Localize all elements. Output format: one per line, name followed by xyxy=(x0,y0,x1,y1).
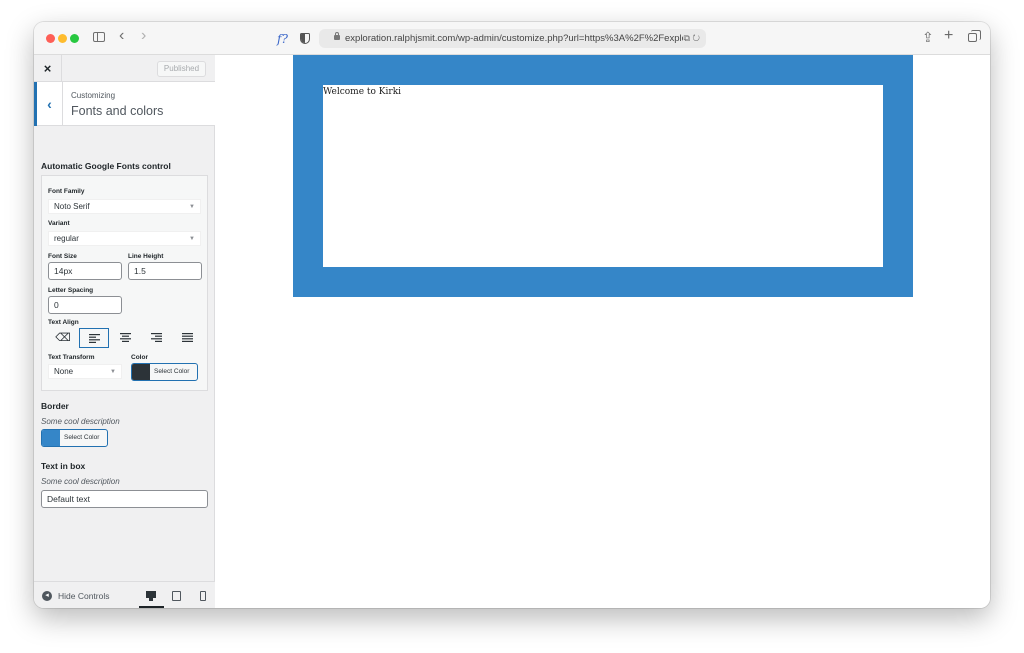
typography-control-title: Automatic Google Fonts control xyxy=(41,161,171,171)
font-color-button[interactable]: Select Color xyxy=(131,363,198,381)
text-align-right-button[interactable] xyxy=(141,328,171,348)
font-family-label: Font Family xyxy=(48,188,85,195)
site-preview: Welcome to Kirki xyxy=(215,55,990,608)
close-customizer-button[interactable]: × xyxy=(34,55,62,82)
plus-icon[interactable]: + xyxy=(944,27,953,45)
text-align-label: Text Align xyxy=(48,319,79,326)
variant-select[interactable]: regular ▼ xyxy=(48,231,201,246)
font-size-label: Font Size xyxy=(48,253,77,260)
letter-spacing-label: Letter Spacing xyxy=(48,287,94,294)
url-text: exploration.ralphjsmit.com/wp-admin/cust… xyxy=(345,33,683,44)
close-window-button[interactable] xyxy=(46,34,55,43)
zoom-window-button[interactable] xyxy=(70,34,79,43)
shield-icon[interactable] xyxy=(300,33,310,44)
active-device-indicator xyxy=(139,606,164,608)
border-color-swatch xyxy=(42,430,60,446)
welcome-text: Welcome to Kirki xyxy=(323,87,402,97)
variant-label: Variant xyxy=(48,220,70,227)
text-align-center-button[interactable] xyxy=(110,328,140,348)
address-bar[interactable]: exploration.ralphjsmit.com/wp-admin/cust… xyxy=(319,29,706,48)
letter-spacing-input[interactable]: 0 xyxy=(48,296,122,314)
font-family-value: Noto Serif xyxy=(54,202,90,211)
border-color-button[interactable]: Select Color xyxy=(41,429,108,447)
mobile-preview-icon[interactable] xyxy=(197,590,209,602)
back-arrow-icon[interactable]: ‹ xyxy=(119,28,124,44)
text-transform-value: None xyxy=(54,367,74,376)
color-label: Color xyxy=(131,354,148,361)
border-description: Some cool description xyxy=(41,417,120,426)
font-size-input[interactable]: 14px xyxy=(48,262,122,280)
text-in-box-title: Text in box xyxy=(41,461,86,471)
typography-control: Font Family Noto Serif ▼ Variant regular… xyxy=(41,175,208,391)
variant-value: regular xyxy=(54,234,79,243)
text-box: Welcome to Kirki xyxy=(323,85,883,267)
minimize-window-button[interactable] xyxy=(58,34,67,43)
lock-icon xyxy=(334,32,340,40)
share-icon[interactable]: ⇪ xyxy=(922,29,934,46)
customizer-sidebar: × Published ‹ Customizing Fonts and colo… xyxy=(34,55,215,608)
extension-button[interactable]: f? xyxy=(277,31,288,47)
browser-window: ‹ › f? exploration.ralphjsmit.com/wp-adm… xyxy=(34,22,990,608)
collapse-arrow-icon[interactable]: ◂ xyxy=(42,591,52,601)
reload-icon[interactable]: ⧉ ↻ xyxy=(683,29,700,48)
align-center-icon xyxy=(119,333,131,342)
align-right-icon xyxy=(150,333,162,342)
desktop-preview-icon[interactable] xyxy=(145,590,157,602)
text-in-box-description: Some cool description xyxy=(41,477,120,486)
text-align-justify-button[interactable] xyxy=(172,328,202,348)
text-align-left-button[interactable] xyxy=(79,328,109,348)
eraser-icon: ⌫ xyxy=(55,332,71,344)
select-color-label: Select Color xyxy=(154,368,190,375)
forward-arrow-icon[interactable]: › xyxy=(141,28,146,44)
customizing-label: Customizing xyxy=(71,91,116,100)
tablet-preview-icon[interactable] xyxy=(171,590,183,602)
line-height-label: Line Height xyxy=(128,253,164,260)
bordered-box: Welcome to Kirki xyxy=(293,55,913,297)
sidebar-toggle-icon[interactable] xyxy=(93,32,105,42)
text-in-box-input[interactable]: Default text xyxy=(41,490,208,508)
section-title: Fonts and colors xyxy=(71,104,164,118)
tabs-icon[interactable] xyxy=(968,30,981,42)
chevron-down-icon: ▼ xyxy=(110,369,116,375)
section-header: ‹ Customizing Fonts and colors xyxy=(34,82,215,126)
text-align-inherit-button[interactable]: ⌫ xyxy=(48,328,78,348)
align-left-icon xyxy=(88,334,100,343)
font-color-swatch xyxy=(132,364,150,380)
select-color-label: Select Color xyxy=(64,434,100,441)
publish-button[interactable]: Published xyxy=(157,61,206,77)
customizer-header: × Published xyxy=(34,55,215,82)
browser-toolbar: ‹ › f? exploration.ralphjsmit.com/wp-adm… xyxy=(34,22,990,55)
chevron-down-icon: ▼ xyxy=(189,236,195,242)
text-transform-select[interactable]: None ▼ xyxy=(48,364,122,379)
chevron-down-icon: ▼ xyxy=(189,204,195,210)
border-control-title: Border xyxy=(41,401,69,411)
hide-controls-button[interactable]: Hide Controls xyxy=(58,591,110,601)
text-transform-label: Text Transform xyxy=(48,354,95,361)
customizer-footer: ◂ Hide Controls xyxy=(34,581,215,608)
align-justify-icon xyxy=(181,333,193,342)
line-height-input[interactable]: 1.5 xyxy=(128,262,202,280)
font-family-select[interactable]: Noto Serif ▼ xyxy=(48,199,201,214)
section-back-button[interactable]: ‹ xyxy=(34,82,63,126)
